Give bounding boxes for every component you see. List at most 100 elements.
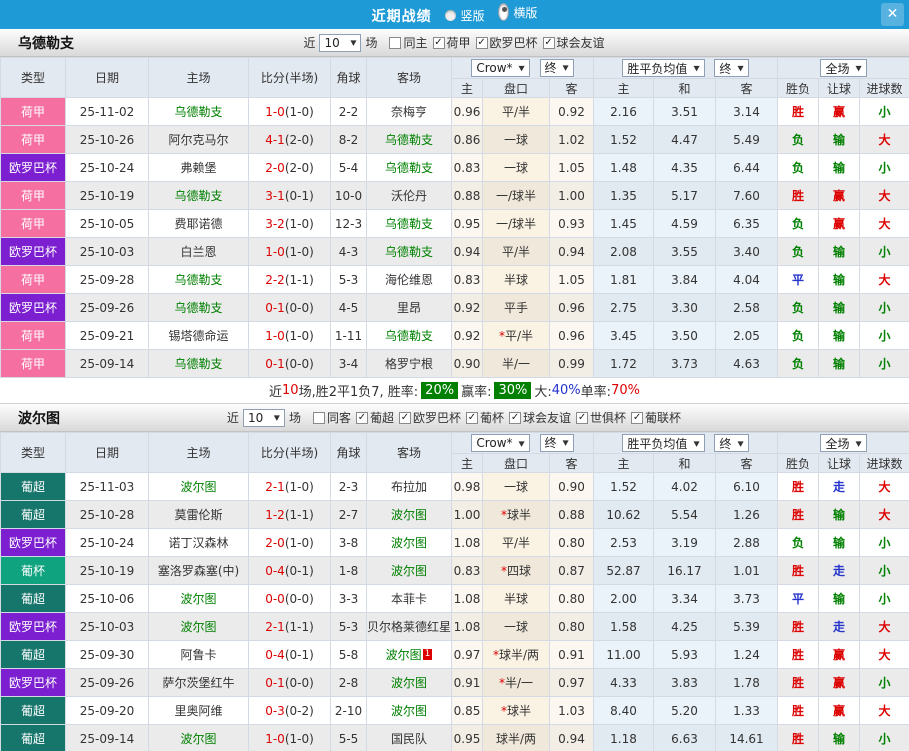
match-row: 葡超 25-09-30 阿鲁卡 0-4(0-1) 5-8 波尔图 1 0.97 *球半/两 0.9… [0, 640, 909, 669]
scope-select[interactable]: 全场 ▼ [820, 59, 867, 77]
avg-draw-odds: 16.17 [653, 556, 717, 585]
home-team: 莫雷伦斯 [148, 500, 249, 529]
away-team-name: 布拉加 [390, 480, 427, 494]
match-count-select[interactable]: 10 ▼ [242, 408, 285, 427]
near-label: 近 [226, 411, 239, 425]
checkbox-icon[interactable]: ✓ [398, 411, 411, 424]
handicap: 一/球半 [482, 181, 550, 210]
away-team-name: 波尔图 [385, 648, 422, 662]
subcol-goals: 进球数 [859, 453, 909, 473]
layout-option-horizontal[interactable]: 横版 [498, 3, 537, 21]
handicap-result: 走 [818, 612, 861, 641]
avg-draw-odds: 4.59 [653, 209, 717, 238]
scope-group-header: 全场 ▼ [777, 57, 909, 79]
filter-checkbox[interactable]: ✓ 球会友谊 [542, 34, 605, 51]
home-odds: 1.08 [451, 528, 483, 557]
subcol-handicap-result: 让球 [818, 453, 861, 473]
filter-checkbox[interactable]: 同客 [312, 409, 351, 426]
avg-away-odds: 4.63 [715, 349, 779, 378]
filter-checkbox[interactable]: ✓ 葡超 [355, 409, 394, 426]
fulltime-score: 0-4 [265, 647, 285, 662]
away-team-name: 国民队 [390, 732, 427, 746]
avg-draw-odds: 5.54 [653, 500, 717, 529]
layout-option-vertical[interactable]: 竖版 [445, 7, 485, 24]
subcol-avg-draw: 和 [653, 78, 717, 98]
scope-select[interactable]: 全场 ▼ [820, 434, 867, 452]
away-team: 波尔图 [366, 668, 452, 697]
filter-checkbox[interactable]: 同主 [389, 34, 428, 51]
filter-checkbox[interactable]: ✓ 葡联杯 [631, 409, 681, 426]
goals-result: 大 [859, 500, 909, 529]
dropdown-arrow-icon: ▼ [693, 63, 700, 73]
filter-label: 葡杯 [480, 411, 505, 425]
goals-result: 大 [859, 125, 909, 154]
match-date: 25-09-14 [65, 349, 149, 378]
score-cell: 0-1(0-0) [248, 349, 331, 378]
avg-draw-odds: 5.93 [653, 640, 717, 669]
avg-source-value: 胜平负均值 [627, 436, 688, 451]
checkbox-icon[interactable]: ✓ [542, 36, 555, 49]
goals-result: 小 [859, 237, 909, 266]
filter-checkbox[interactable]: ✓ 世俱杯 [576, 409, 626, 426]
odds-time-select[interactable]: 终 ▼ [539, 58, 574, 77]
match-date: 25-09-26 [65, 668, 149, 697]
checkbox-icon[interactable]: ✓ [576, 411, 589, 424]
halftime-score: (1-1) [284, 507, 314, 522]
table-header-groups: 类型 日期 主场 比分(半场) 角球 客场 Crow* ▼ 终 ▼ 胜平负均值 ▼ 终… [0, 57, 909, 98]
result: 胜 [777, 724, 820, 751]
league-badge: 葡超 [0, 640, 66, 669]
goals-result: 大 [859, 640, 909, 669]
avg-source-select[interactable]: 胜平负均值 ▼ [622, 59, 705, 77]
match-count-select[interactable]: 10 ▼ [319, 33, 362, 52]
odds-source-select[interactable]: Crow* ▼ [471, 59, 530, 78]
table-header-groups: 类型 日期 主场 比分(半场) 角球 客场 Crow* ▼ 终 ▼ 胜平负均值 ▼ 终… [0, 432, 909, 473]
home-odds: 0.91 [451, 668, 483, 697]
avg-time-select[interactable]: 终 ▼ [714, 434, 749, 452]
handicap: *半/一 [482, 668, 550, 697]
avg-time-select[interactable]: 终 ▼ [714, 59, 749, 77]
avg-draw-odds: 4.25 [653, 612, 717, 641]
close-icon[interactable]: ✕ [881, 3, 904, 26]
score-cell: 0-1(0-0) [248, 668, 331, 697]
checkbox-icon[interactable]: ✓ [475, 36, 488, 49]
home-team-name: 白兰恩 [180, 245, 217, 259]
score-cell: 1-0(1-0) [248, 97, 331, 126]
checkbox-icon[interactable]: ✓ [432, 36, 445, 49]
odds-source-select[interactable]: Crow* ▼ [471, 434, 530, 453]
radio-icon[interactable] [498, 3, 510, 21]
away-team: 国民队 [366, 724, 452, 751]
avg-source-select[interactable]: 胜平负均值 ▼ [622, 434, 705, 452]
odds-time-select[interactable]: 终 ▼ [539, 433, 574, 452]
avg-draw-odds: 5.17 [653, 181, 717, 210]
match-row: 荷甲 25-09-28 乌德勒支 2-2(1-1) 5-3 海伦维恩 0.83 半球 1.05 1… [0, 265, 909, 294]
league-badge: 葡超 [0, 472, 66, 501]
home-odds: 0.90 [451, 349, 483, 378]
match-date: 25-10-24 [65, 528, 149, 557]
handicap-text: 球半 [506, 508, 531, 522]
fulltime-score: 3-1 [265, 188, 285, 203]
checkbox-icon[interactable] [389, 36, 402, 49]
checkbox-icon[interactable]: ✓ [355, 411, 368, 424]
avg-away-odds: 2.05 [715, 321, 779, 350]
away-team: 布拉加 [366, 472, 452, 501]
fulltime-score: 1-0 [265, 731, 285, 746]
home-team: 锡塔德命运 [148, 321, 249, 350]
avg-draw-odds: 3.55 [653, 237, 717, 266]
match-count-value: 10 [247, 410, 264, 425]
radio-icon[interactable] [445, 10, 457, 21]
filter-checkbox[interactable]: ✓ 欧罗巴杯 [398, 409, 461, 426]
radio-label: 横版 [513, 5, 538, 20]
checkbox-icon[interactable]: ✓ [509, 411, 522, 424]
checkbox-icon[interactable] [312, 411, 325, 424]
home-team: 萨尔茨堡红牛 [148, 668, 249, 697]
filter-checkbox[interactable]: ✓ 葡杯 [466, 409, 504, 426]
checkbox-icon[interactable]: ✓ [631, 411, 644, 424]
checkbox-icon[interactable]: ✓ [466, 411, 478, 424]
away-team: 乌德勒支 [366, 153, 452, 182]
corner-count: 1-11 [330, 321, 367, 350]
filter-checkbox[interactable]: ✓ 欧罗巴杯 [475, 34, 538, 51]
halftime-score: (1-0) [284, 479, 314, 494]
filter-checkbox[interactable]: ✓ 球会友谊 [509, 409, 571, 426]
col-header-away: 客场 [366, 57, 452, 98]
filter-checkbox[interactable]: ✓ 荷甲 [432, 34, 471, 51]
